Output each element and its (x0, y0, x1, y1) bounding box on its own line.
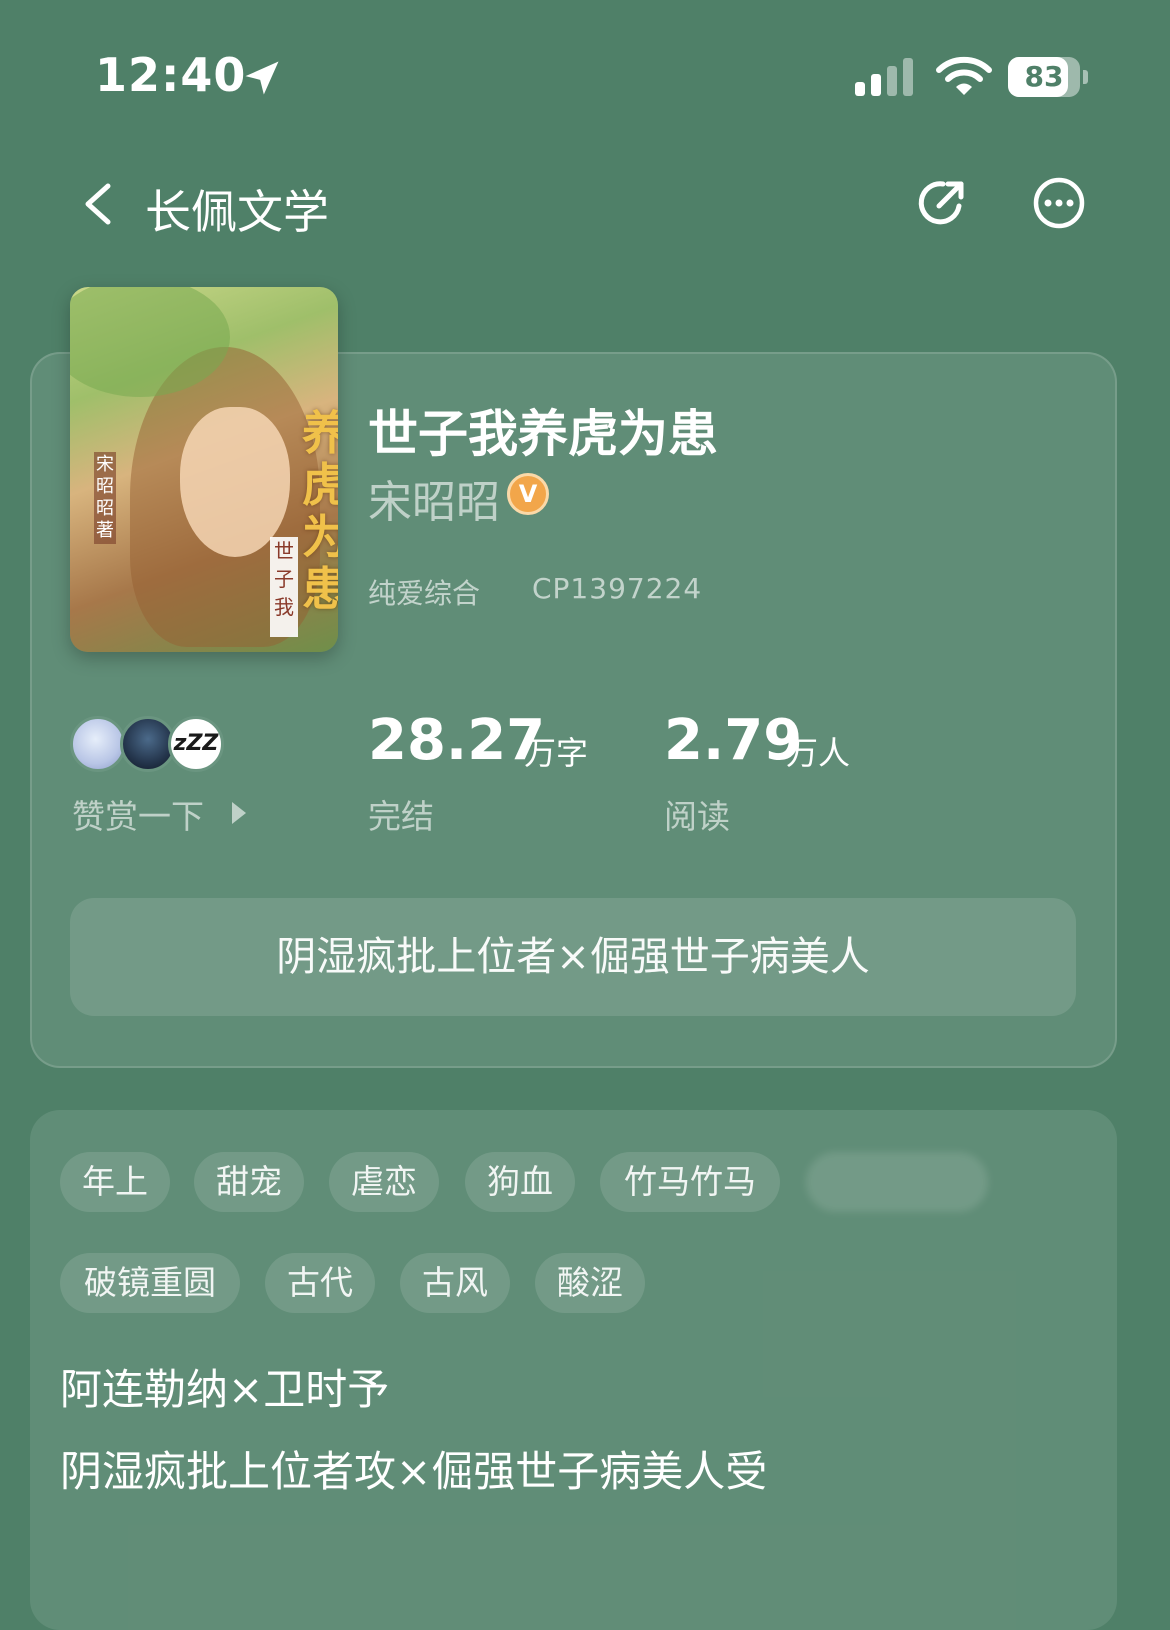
description-line: 阿连勒纳×卫时予 (60, 1365, 390, 1414)
wifi-icon (936, 56, 992, 95)
battery-percent: 83 (1024, 60, 1064, 93)
tag[interactable]: 破镜重圆 (60, 1253, 240, 1313)
cover-title: 养虎为患 (302, 406, 338, 616)
reward-button[interactable]: 赞赏一下 (72, 790, 204, 838)
status-label: 完结 (368, 797, 434, 836)
tag[interactable]: 虐恋 (329, 1152, 439, 1212)
tag[interactable]: 古代 (265, 1253, 375, 1313)
back-icon[interactable] (78, 180, 118, 228)
battery-icon: 83 (1008, 57, 1088, 97)
book-category: 纯爱综合 (368, 577, 481, 610)
readers-unit: 万人 (786, 734, 851, 772)
play-arrow-icon[interactable] (232, 802, 246, 824)
author-name[interactable]: 宋昭昭 (368, 466, 500, 530)
signal-icon (855, 58, 913, 96)
cover-author: 宋昭昭著 (94, 452, 116, 544)
tag[interactable]: 甜宠 (194, 1152, 304, 1212)
tag[interactable]: 竹马竹马 (600, 1152, 780, 1212)
description-line: 阴湿疯批上位者攻×倔强世子病美人受 (60, 1447, 768, 1496)
nav-title: 长佩文学 (145, 185, 329, 239)
status-bar: 12:40 83 (0, 0, 1170, 150)
readers-value: 2.79 (664, 708, 803, 773)
word-count-unit: 万字 (524, 734, 589, 772)
book-tagline: 阴湿疯批上位者×倔强世子病美人 (70, 898, 1076, 1016)
location-arrow-icon (245, 61, 279, 95)
word-count-value: 28.27 (368, 708, 546, 773)
tag[interactable]: 古风 (400, 1253, 510, 1313)
avatar[interactable]: zZZ (168, 716, 224, 772)
tag[interactable]: 狗血 (465, 1152, 575, 1212)
book-title: 世子我养虎为患 (368, 405, 718, 463)
more-icon[interactable] (1032, 176, 1086, 230)
verified-icon: V (507, 473, 549, 515)
book-cover[interactable]: 养虎为患 宋昭昭著 世子我 (70, 287, 338, 652)
tag[interactable]: 酸涩 (535, 1253, 645, 1313)
readers-label: 阅读 (664, 797, 730, 836)
tag-obscured[interactable] (806, 1152, 988, 1212)
avatar[interactable] (70, 716, 126, 772)
tag[interactable]: 年上 (60, 1152, 170, 1212)
book-id: CP1397224 (532, 572, 703, 605)
status-time: 12:40 (95, 48, 247, 102)
share-icon[interactable] (915, 176, 969, 230)
cover-subtitle: 世子我 (270, 537, 298, 637)
